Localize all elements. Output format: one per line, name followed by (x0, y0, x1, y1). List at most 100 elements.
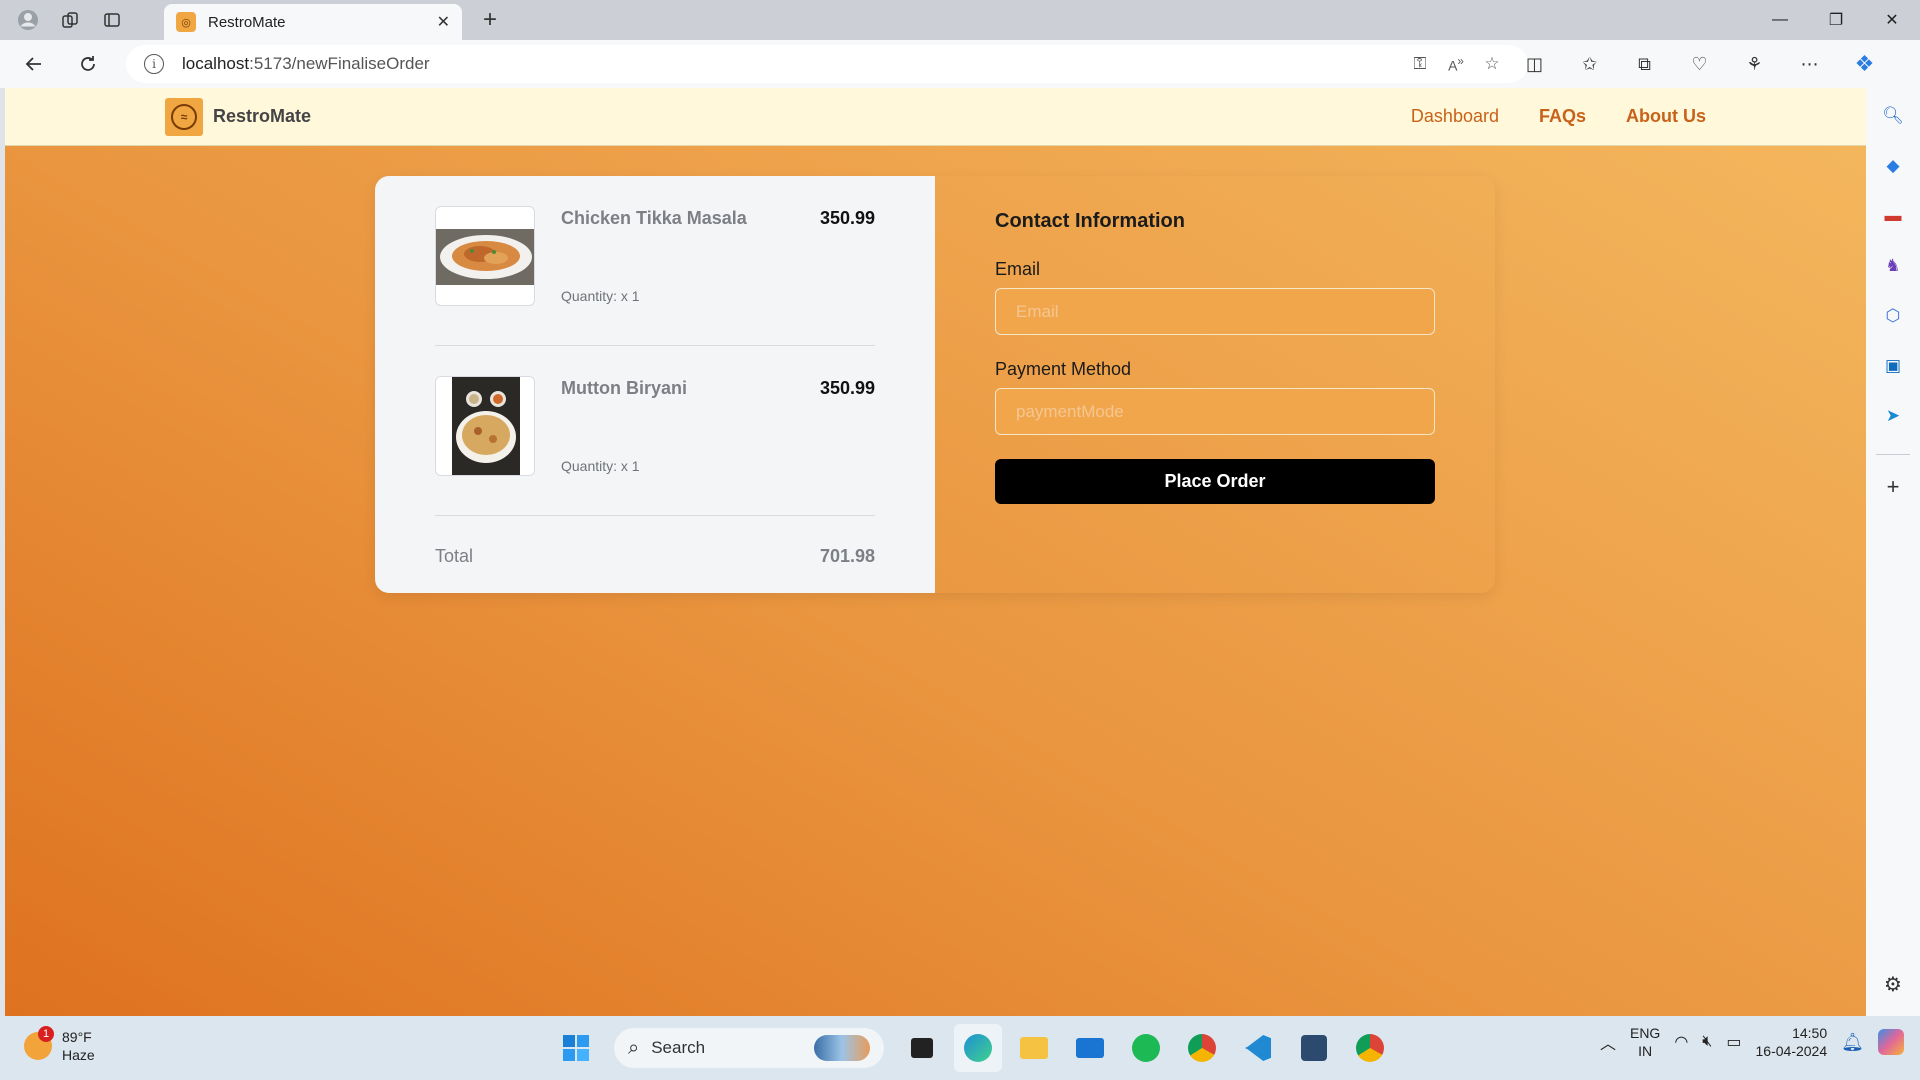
volume-muted-icon[interactable]: 🔇︎ (1702, 1033, 1712, 1051)
lang-bottom: IN (1638, 1043, 1653, 1059)
taskbar-apps: ⌕ Search (552, 1024, 1394, 1072)
outlook-icon[interactable]: ▣ (1875, 348, 1911, 384)
spotify-icon[interactable] (1122, 1024, 1170, 1072)
language-indicator[interactable]: ENG IN (1630, 1024, 1660, 1060)
games-icon[interactable]: ♞ (1875, 248, 1911, 284)
clock-time: 14:50 (1792, 1025, 1828, 1041)
brand-name[interactable]: RestroMate (213, 106, 311, 127)
system-tray: ︿ ENG IN ◠ 🔇︎ ▭ 14:50 16-04-2024 🔔︎ (1600, 1024, 1904, 1060)
favorites-icon[interactable]: ✩ (1562, 44, 1617, 84)
more-icon[interactable]: ⋯ (1782, 44, 1837, 84)
send-icon[interactable]: ➤ (1875, 398, 1911, 434)
window-controls: — ❐ ✕ (1752, 0, 1920, 40)
address-bar[interactable]: i localhost:5173/newFinaliseOrder ⚿ A» ☆ (126, 45, 1528, 83)
chevron-up-icon[interactable]: ︿ (1600, 1030, 1616, 1054)
weather-widget[interactable]: 1 89°F Haze (24, 1026, 95, 1064)
payment-method-field[interactable] (995, 388, 1435, 435)
notification-badge: 1 (38, 1026, 54, 1042)
nav-dashboard-link[interactable]: Dashboard (1411, 106, 1499, 127)
browser-actions: ◫ ✩ ⧉ ♡ ⚘ ⋯ ❖ (1507, 44, 1892, 84)
taskbar-search[interactable]: ⌕ Search (614, 1028, 884, 1068)
workspaces-icon[interactable] (56, 6, 84, 34)
battery-icon[interactable]: ▭ (1726, 1032, 1741, 1052)
wifi-icon[interactable]: ◠ (1674, 1032, 1688, 1052)
back-icon[interactable] (14, 44, 54, 84)
browser-tab-strip: ◎ RestroMate ✕ + — ❐ ✕ (0, 0, 1920, 40)
lang-top: ENG (1629, 1025, 1661, 1041)
minimize-icon[interactable]: — (1752, 0, 1808, 40)
close-window-icon[interactable]: ✕ (1864, 0, 1920, 40)
windows-taskbar: 1 89°F Haze ⌕ Search ︿ ENG IN ◠ 🔇︎ ▭ 14:… (0, 1016, 1920, 1080)
clock[interactable]: 14:50 16-04-2024 (1756, 1024, 1828, 1060)
browser-essentials-icon[interactable]: ♡ (1672, 44, 1727, 84)
restaurant-favicon-icon: ◎ (176, 12, 196, 32)
total-value: 701.98 (819, 546, 875, 566)
app-navbar: ≈ RestroMate Dashboard FAQs About Us (5, 88, 1866, 146)
shopping-icon[interactable]: ◆ (1875, 148, 1911, 184)
item-price: 350.99 (819, 208, 875, 228)
browser-toolbar: i localhost:5173/newFinaliseOrder ⚿ A» ☆… (0, 40, 1920, 88)
clock-date: 16-04-2024 (1755, 1043, 1828, 1059)
mail-icon[interactable] (1066, 1024, 1114, 1072)
tools-icon[interactable]: ▬ (1875, 198, 1911, 234)
browser-tab-active[interactable]: ◎ RestroMate ✕ (164, 4, 462, 40)
order-summary: Chicken Tikka Masala 350.99 Quantity: x … (375, 176, 935, 593)
weather-desc: Haze (62, 1047, 95, 1063)
search-icon[interactable]: 🔍︎ (1875, 98, 1911, 134)
item-name: Chicken Tikka Masala (561, 208, 747, 228)
restromate-logo-icon[interactable]: ≈ (165, 97, 203, 136)
code-editor-icon[interactable] (1290, 1024, 1338, 1072)
search-glass-icon: ⌕ (628, 1036, 640, 1059)
cart-item: Mutton Biryani 350.99 Quantity: x 1 (435, 376, 875, 516)
copilot-icon[interactable]: ❖ (1837, 44, 1892, 84)
task-view-icon[interactable] (898, 1024, 946, 1072)
dish-image (435, 376, 535, 476)
tab-actions-icon[interactable] (98, 6, 126, 34)
password-key-icon[interactable]: ⚿ (1402, 54, 1438, 74)
chrome-profile-icon[interactable] (1178, 1024, 1226, 1072)
search-label: Search (651, 1038, 706, 1057)
url-host: localhost (182, 54, 250, 73)
read-aloud-icon[interactable]: A» (1438, 55, 1474, 74)
item-name: Mutton Biryani (561, 378, 687, 398)
item-price: 350.99 (819, 378, 875, 398)
notification-bell-icon[interactable]: 🔔︎ (1841, 1032, 1864, 1053)
restore-icon[interactable]: ❐ (1808, 0, 1864, 40)
collections-icon[interactable]: ⧉ (1617, 44, 1672, 84)
nav-links: Dashboard FAQs About Us (1411, 106, 1706, 127)
chrome-icon[interactable] (1346, 1024, 1394, 1072)
favorite-star-icon[interactable]: ☆ (1474, 54, 1510, 74)
cart-item: Chicken Tikka Masala 350.99 Quantity: x … (435, 206, 875, 346)
tab-close-icon[interactable]: ✕ (437, 12, 450, 32)
vscode-icon[interactable] (1234, 1024, 1282, 1072)
url-text[interactable]: localhost:5173/newFinaliseOrder (182, 54, 1402, 74)
extensions-icon[interactable]: ⚘ (1727, 44, 1782, 84)
new-tab-icon[interactable]: + (476, 6, 504, 34)
url-path: :5173/newFinaliseOrder (249, 54, 430, 73)
add-icon[interactable]: + (1875, 469, 1911, 505)
sidebar-divider (1876, 454, 1910, 455)
place-order-button[interactable]: Place Order (995, 459, 1435, 504)
copilot-taskbar-icon[interactable] (1878, 1029, 1904, 1055)
edge-browser-icon[interactable] (954, 1024, 1002, 1072)
refresh-icon[interactable] (68, 44, 108, 84)
tab-title: RestroMate (208, 13, 286, 31)
site-info-icon[interactable]: i (144, 54, 164, 74)
total-label: Total (435, 546, 474, 566)
nav-about-link[interactable]: About Us (1626, 106, 1706, 127)
windows-start-icon[interactable] (552, 1024, 600, 1072)
split-screen-icon[interactable]: ◫ (1507, 44, 1562, 84)
microsoft365-icon[interactable]: ⬡ (1875, 298, 1911, 334)
contact-form: Contact Information Email Payment Method… (935, 176, 1495, 593)
nav-faqs-link[interactable]: FAQs (1539, 106, 1586, 127)
page-viewport: ≈ RestroMate Dashboard FAQs About Us Chi… (5, 88, 1866, 1016)
weather-temp: 89°F (62, 1029, 92, 1045)
profile-icon[interactable] (14, 6, 42, 34)
settings-icon[interactable]: ⚙ (1875, 966, 1911, 1002)
cart-item-details: Chicken Tikka Masala 350.99 Quantity: x … (561, 206, 875, 306)
payment-method-label: Payment Method (995, 359, 1132, 379)
contact-heading: Contact Information (995, 210, 1185, 232)
email-field[interactable] (995, 288, 1435, 335)
file-explorer-icon[interactable] (1010, 1024, 1058, 1072)
search-highlight-icon (814, 1035, 870, 1061)
